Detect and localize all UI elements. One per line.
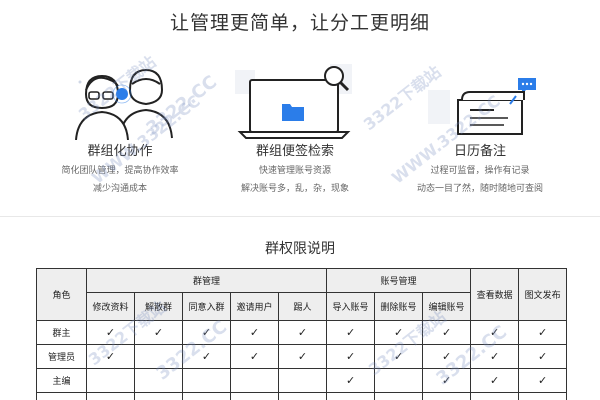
check-mark-icon: ✓ xyxy=(277,344,328,369)
permissions-title: 群权限说明 xyxy=(265,241,335,257)
table-row xyxy=(36,392,568,400)
empty-cell xyxy=(134,344,183,369)
check-mark-icon: ✓ xyxy=(134,320,183,345)
check-mark-icon: ✓ xyxy=(182,344,231,369)
check-mark-icon: ✓ xyxy=(470,320,520,345)
feature-note-search: 群组便签检索 快速管理账号资源 解决账号多，乱，杂，现象 xyxy=(205,50,385,195)
permission-header: 编辑账号 xyxy=(422,292,472,321)
role-cell xyxy=(36,392,87,400)
table-row: 管理员 ✓ ✓ ✓ ✓ ✓ ✓ ✓ ✓ ✓ xyxy=(36,344,568,369)
check-mark-icon: ✓ xyxy=(182,320,231,345)
role-cell: 群主 xyxy=(36,320,87,345)
permissions-table: 角色 群管理 账号管理 查看数据 图文发布 修改资料 解散群 同意入群 邀请用户 踢人导… xyxy=(36,268,568,400)
empty-cell xyxy=(277,392,328,400)
empty-cell xyxy=(86,392,135,400)
empty-cell xyxy=(134,368,183,393)
group-header-group-mgmt: 群管理 xyxy=(85,268,328,293)
permission-header: 导入账号 xyxy=(326,292,376,321)
group-header-account-mgmt: 账号管理 xyxy=(326,268,472,293)
team-collab-illustration xyxy=(30,50,210,140)
check-mark-icon: ✓ xyxy=(518,344,568,369)
feature-desc: 解决账号多，乱，杂，现象 xyxy=(240,184,349,194)
empty-cell xyxy=(326,392,376,400)
empty-cell xyxy=(230,368,279,393)
empty-cell xyxy=(230,392,279,400)
table-row: 主编 ✓ ✓ ✓ ✓ xyxy=(36,368,568,393)
feature-desc: 简化团队管理，提高协作效率 xyxy=(61,166,179,176)
empty-cell xyxy=(374,392,424,400)
role-cell: 主编 xyxy=(36,368,87,393)
check-mark-icon: ✓ xyxy=(230,344,279,369)
permission-header: 踢人 xyxy=(277,292,328,321)
check-mark-icon: ✓ xyxy=(86,344,135,369)
empty-cell xyxy=(86,368,135,393)
hero-title: 让管理更简单，让分工更明细 xyxy=(169,12,430,34)
check-mark-icon: ✓ xyxy=(86,320,135,345)
feature-desc: 动态一目了然，随时随地可查阅 xyxy=(416,184,543,194)
check-mark-icon: ✓ xyxy=(470,344,520,369)
check-mark-icon: ✓ xyxy=(326,344,376,369)
empty-cell xyxy=(422,392,472,400)
permission-header: 删除账号 xyxy=(374,292,424,321)
check-mark-icon: ✓ xyxy=(374,320,424,345)
feature-title: 群组便签检索 xyxy=(255,144,334,159)
permission-header: 同意入群 xyxy=(182,292,231,321)
empty-cell xyxy=(134,392,183,400)
empty-cell xyxy=(182,392,231,400)
check-mark-icon: ✓ xyxy=(374,344,424,369)
feature-calendar-notes: 日历备注 过程可监督，操作有记录 动态一目了然，随时随地可查阅 xyxy=(390,50,570,195)
features-section: 群组化协作 简化团队管理，提高协作效率 减少沟通成本 群组便签检索 快速管理账号… xyxy=(0,50,600,210)
feature-desc: 快速管理账号资源 xyxy=(258,166,331,176)
feature-title: 群组化协作 xyxy=(87,144,153,159)
role-cell: 管理员 xyxy=(36,344,87,369)
permission-header: 邀请用户 xyxy=(230,292,279,321)
feature-group-collab: 群组化协作 简化团队管理，提高协作效率 减少沟通成本 xyxy=(30,50,210,195)
check-mark-icon: ✓ xyxy=(422,368,472,393)
role-header: 角色 xyxy=(36,268,87,321)
check-mark-icon: ✓ xyxy=(518,320,568,345)
check-mark-icon: ✓ xyxy=(422,344,472,369)
check-mark-icon: ✓ xyxy=(470,368,520,393)
check-mark-icon: ✓ xyxy=(326,368,376,393)
check-mark-icon: ✓ xyxy=(277,320,328,345)
empty-cell xyxy=(518,392,568,400)
check-mark-icon: ✓ xyxy=(326,320,376,345)
laptop-icon xyxy=(235,64,352,139)
table-row: 群主 ✓ ✓ ✓ ✓ ✓ ✓ ✓ ✓ ✓ ✓ xyxy=(36,320,568,345)
group-header-publish: 图文发布 xyxy=(518,268,568,321)
permission-header: 修改资料 xyxy=(86,292,135,321)
team-people-icon xyxy=(75,68,173,140)
empty-cell xyxy=(374,368,424,393)
empty-cell xyxy=(470,392,520,400)
feature-desc: 过程可监督，操作有记录 xyxy=(430,166,530,176)
check-mark-icon: ✓ xyxy=(518,368,568,393)
empty-cell xyxy=(182,368,231,393)
group-header-view-data: 查看数据 xyxy=(470,268,520,321)
calendar-illustration xyxy=(390,50,570,140)
feature-desc: 减少沟通成本 xyxy=(92,184,147,194)
check-mark-icon: ✓ xyxy=(422,320,472,345)
permission-header: 解散群 xyxy=(134,292,183,321)
empty-cell xyxy=(277,368,328,393)
calendar-note-icon xyxy=(428,78,536,135)
section-divider xyxy=(0,216,600,217)
check-mark-icon: ✓ xyxy=(230,320,279,345)
laptop-search-illustration xyxy=(205,50,385,140)
feature-title: 日历备注 xyxy=(453,144,506,159)
